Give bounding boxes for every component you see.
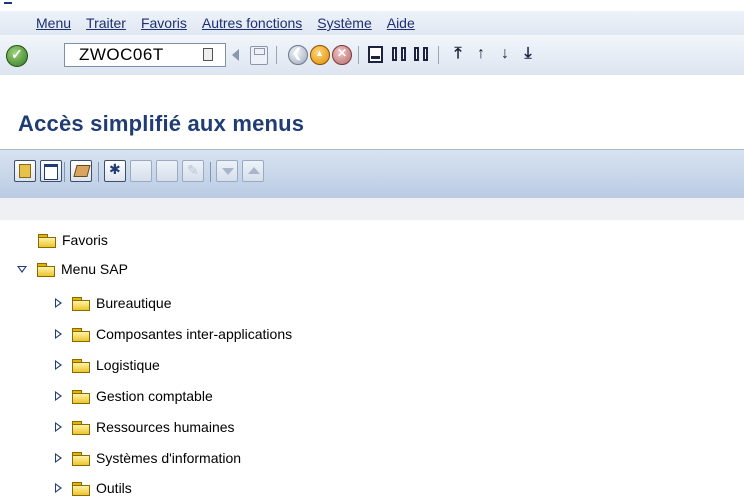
menu-item-traiter[interactable]: Traiter bbox=[86, 15, 126, 31]
sub-bar bbox=[0, 198, 744, 220]
menu-item-menu[interactable]: Menu bbox=[36, 15, 71, 31]
menu-item-systeme-label: Système bbox=[317, 15, 372, 31]
delete-favorite-button[interactable] bbox=[70, 160, 92, 182]
first-page-icon[interactable]: ⤒ bbox=[449, 45, 467, 63]
next-page-icon[interactable]: ↓ bbox=[496, 45, 514, 63]
tree-node-label: Logistique bbox=[96, 357, 160, 373]
collapsed-triangle-icon[interactable] bbox=[55, 422, 62, 432]
menu-item-favoris[interactable]: Favoris bbox=[141, 15, 187, 31]
folder-icon bbox=[72, 389, 90, 404]
menu-item-systeme[interactable]: Système bbox=[317, 15, 371, 31]
save-icon[interactable] bbox=[250, 46, 268, 65]
tree-node-label: Ressources humaines bbox=[96, 419, 235, 435]
tree-node-logistique[interactable]: Logistique bbox=[55, 353, 160, 377]
command-field[interactable]: ZWOC06T bbox=[64, 43, 226, 67]
prev-page-icon[interactable]: ↑ bbox=[472, 45, 490, 63]
ok-icon[interactable] bbox=[6, 45, 28, 67]
tree-node-label: Menu SAP bbox=[61, 261, 128, 277]
document-button[interactable] bbox=[156, 160, 178, 182]
menu-item-favoris-label: Favoris bbox=[140, 15, 187, 31]
menu-item-autres-fonctions[interactable]: Autres fonctions bbox=[202, 15, 302, 31]
folder-icon bbox=[38, 233, 56, 248]
open-folder-icon bbox=[37, 262, 55, 277]
toolbar-separator bbox=[98, 162, 99, 182]
folder-icon bbox=[72, 481, 90, 496]
tree-node-ressources-humaines[interactable]: Ressources humaines bbox=[55, 415, 235, 439]
folder-icon bbox=[72, 420, 90, 435]
collapsed-triangle-icon[interactable] bbox=[55, 298, 62, 308]
tree-node-outils[interactable]: Outils bbox=[55, 476, 132, 500]
toolbar-separator bbox=[210, 162, 211, 182]
print-icon[interactable] bbox=[368, 46, 383, 63]
toolbar-separator bbox=[438, 46, 439, 64]
collapsed-triangle-icon[interactable] bbox=[55, 453, 62, 463]
find-icon[interactable] bbox=[392, 45, 408, 63]
edit-pencil-button[interactable] bbox=[182, 160, 204, 182]
tree-node-label: Bureautique bbox=[96, 295, 172, 311]
tree-node-gestion-comptable[interactable]: Gestion comptable bbox=[55, 384, 213, 408]
menu-item-aide[interactable]: Aide bbox=[387, 15, 415, 31]
find-next-icon[interactable] bbox=[414, 45, 430, 63]
toolbar-separator bbox=[358, 46, 359, 64]
expand-down-button[interactable] bbox=[216, 160, 238, 182]
folder-icon bbox=[72, 327, 90, 342]
arrow-left-icon[interactable] bbox=[232, 49, 239, 61]
menu-item-aide-label: Aide bbox=[386, 15, 415, 31]
title-area: Accès simplifié aux menus bbox=[0, 75, 744, 149]
collapsed-triangle-icon[interactable] bbox=[55, 483, 62, 493]
collapsed-triangle-icon[interactable] bbox=[55, 329, 62, 339]
change-favorite-button[interactable] bbox=[40, 160, 62, 182]
tree-node-label: Gestion comptable bbox=[96, 388, 213, 404]
cancel-icon[interactable] bbox=[332, 45, 352, 65]
tree-node-composantes-inter-applications[interactable]: Composantes inter-applications bbox=[55, 322, 292, 346]
collapse-up-button[interactable] bbox=[242, 160, 264, 182]
tree-node-label: Composantes inter-applications bbox=[96, 326, 293, 342]
tree-node-menu-sap[interactable]: Menu SAP bbox=[17, 257, 128, 281]
window-top-strip bbox=[0, 0, 744, 11]
menu-item-menu-label: Menu bbox=[36, 15, 72, 31]
page-title: Accès simplifié aux menus bbox=[18, 111, 305, 136]
system-toolbar: ZWOC06T ⤒ ↑ ↓ ⤓ bbox=[0, 35, 744, 76]
folder-icon bbox=[72, 296, 90, 311]
toolbar-separator bbox=[276, 46, 277, 64]
menu-tree: Favoris Menu SAP Bureautique Composantes… bbox=[0, 220, 744, 502]
tree-node-bureautique[interactable]: Bureautique bbox=[55, 291, 172, 315]
application-toolbar bbox=[0, 149, 744, 199]
back-icon[interactable] bbox=[288, 45, 308, 65]
window-menu-mark bbox=[4, 2, 12, 4]
tree-node-label: Systèmes d'information bbox=[96, 450, 242, 466]
folder-icon bbox=[72, 358, 90, 373]
tree-node-favoris[interactable]: Favoris bbox=[38, 228, 108, 252]
tree-node-systemes-information[interactable]: Systèmes d'information bbox=[55, 446, 241, 470]
menu-item-traiter-label: Traiter bbox=[86, 15, 126, 31]
toolbar-separator bbox=[64, 162, 65, 182]
add-favorite-button[interactable] bbox=[14, 160, 36, 182]
clipboard-icon[interactable] bbox=[203, 48, 213, 61]
menu-item-autres-fonctions-label: Autres fonctions bbox=[201, 15, 303, 31]
last-page-icon[interactable]: ⤓ bbox=[519, 45, 537, 63]
collapsed-triangle-icon[interactable] bbox=[55, 391, 62, 401]
expanded-triangle-icon[interactable] bbox=[17, 265, 27, 273]
create-role-button[interactable] bbox=[104, 160, 126, 182]
collapsed-triangle-icon[interactable] bbox=[55, 360, 62, 370]
tree-node-label: Favoris bbox=[62, 232, 108, 248]
assign-users-button[interactable] bbox=[130, 160, 152, 182]
tree-node-label: Outils bbox=[96, 480, 132, 496]
folder-icon bbox=[72, 451, 90, 466]
exit-icon[interactable] bbox=[310, 45, 330, 65]
menu-bar: Menu Traiter Favoris Autres fonctions Sy… bbox=[0, 11, 744, 35]
